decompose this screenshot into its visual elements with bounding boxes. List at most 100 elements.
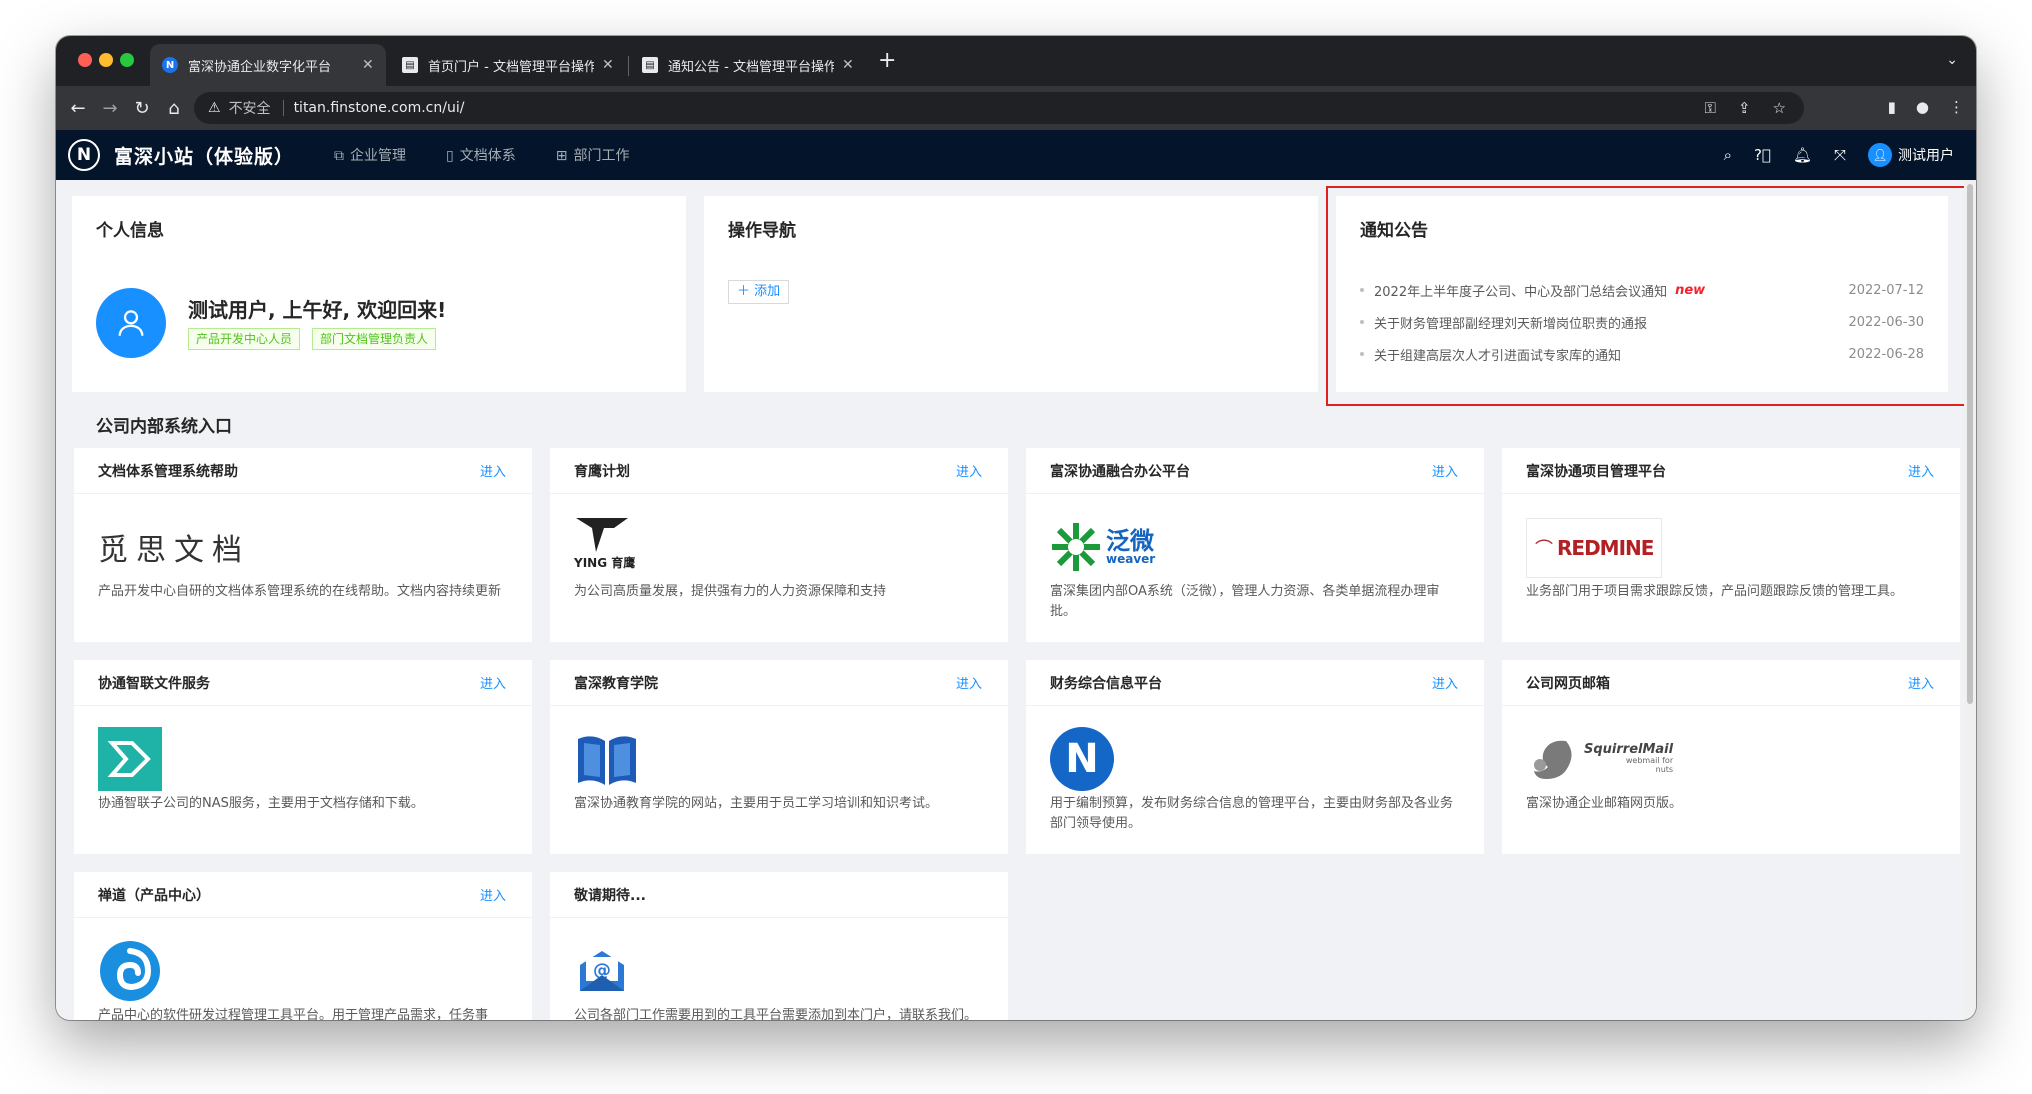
close-tab-icon[interactable]: ✕ [842, 57, 854, 73]
nav-item-department[interactable]: ⊞ 部门工作 [556, 145, 630, 165]
enter-link[interactable]: 进入 [956, 673, 982, 692]
academy-logo[interactable] [574, 726, 640, 792]
address-divider [282, 100, 284, 116]
system-name: 公司网页邮箱 [1526, 675, 1610, 692]
bookmark-star-icon[interactable]: ☆ [1773, 99, 1786, 117]
finance-n-icon: N [1050, 727, 1114, 791]
close-window-button[interactable] [78, 53, 92, 67]
system-name: 富深教育学院 [574, 675, 658, 692]
system-description: 为公司高质量发展，提供强有力的人力资源保障和支持 [574, 584, 887, 599]
finance-logo[interactable]: N [1050, 726, 1114, 792]
doc-favicon-icon: ▤ [642, 57, 658, 73]
system-description: 富深协通教育学院的网站，主要用于员工学习培训和知识考试。 [574, 796, 939, 811]
nas-logo[interactable] [98, 726, 162, 792]
key-icon[interactable]: ⚿ [1705, 99, 1716, 117]
add-label: 添加 [754, 284, 781, 299]
bell-icon[interactable]: 🔔︎ [1793, 146, 1812, 164]
home-icon[interactable]: ⌂ [158, 98, 190, 119]
weaver-star-icon [1052, 523, 1100, 571]
enter-link[interactable]: 进入 [1908, 673, 1934, 692]
security-label[interactable]: 不安全 [229, 98, 271, 118]
system-description: 产品中心的软件研发过程管理工具平台。用于管理产品需求，任务事件，功能测试等过程。 [98, 1008, 489, 1020]
app-title[interactable]: 富深小站（体验版） [114, 142, 294, 169]
search-icon[interactable]: ⌕ [1724, 146, 1732, 164]
reload-icon[interactable]: ↻ [126, 98, 158, 119]
url-text[interactable]: titan.finstone.com.cn/ui/ [294, 100, 465, 116]
ying-logo[interactable]: YING 育鹰 [574, 514, 635, 580]
forward-icon[interactable]: → [94, 98, 126, 119]
system-card: 文档体系管理系统帮助 进入 觅思文档 产品开发中心自研的文档体系管理系统的在线帮… [74, 448, 532, 642]
zoom-window-button[interactable] [120, 53, 134, 67]
app-logo[interactable]: N [68, 139, 100, 171]
redmine-arc-icon: ⌒ [1535, 539, 1553, 560]
minimize-window-button[interactable] [99, 53, 113, 67]
profile-icon[interactable]: ● [1916, 98, 1929, 116]
system-description: 富深协通企业邮箱网页版。 [1526, 796, 1683, 811]
page-scrollbar[interactable] [1964, 180, 1976, 1020]
tab-title: 首页门户 - 文档管理平台操作指南 [428, 59, 594, 75]
back-icon[interactable]: ← [62, 98, 94, 119]
app-nav: ⧉ 企业管理 ▯ 文档体系 ⊞ 部门工作 [334, 145, 629, 165]
enter-link[interactable]: 进入 [480, 673, 506, 692]
close-tab-icon[interactable]: ✕ [362, 57, 374, 73]
system-card: 敬请期待... @ 公司各部门工作需要用到的工具平台需要添加到本门户，请联系我们… [550, 872, 1008, 1020]
nav-item-documents[interactable]: ▯ 文档体系 [446, 145, 516, 165]
more-menu-icon[interactable]: ⋮ [1949, 98, 1964, 116]
system-description: 富深集团内部OA系统（泛微），管理人力资源、各类单据流程办理审批。 [1050, 584, 1440, 619]
weaver-logo[interactable]: 泛微 weaver [1050, 514, 1155, 580]
nav-item-enterprise[interactable]: ⧉ 企业管理 [334, 145, 406, 165]
nav-label: 文档体系 [459, 148, 516, 164]
system-name: 敬请期待... [574, 887, 646, 904]
system-name: 育鹰计划 [574, 463, 630, 480]
enter-link[interactable]: 进入 [1908, 461, 1934, 480]
file-icon: ▯ [446, 148, 454, 164]
system-card: 禅道（产品中心） 进入 产品中心的软件研发过程管理工具平台。用于管理产品需求，任… [74, 872, 532, 1020]
browser-tab-portal[interactable]: N 富深协通企业数字化平台 ✕ [150, 44, 386, 86]
system-card: 富深协通项目管理平台 进入 ⌒ REDMINE 业务部门用于项目需求跟踪反馈，产… [1502, 448, 1960, 642]
fullscreen-icon[interactable]: ⤧ [1834, 146, 1846, 164]
side-panel-icon[interactable]: ▮ [1888, 98, 1896, 116]
notices-highlight-box [1326, 186, 1966, 406]
new-tab-button[interactable]: + [878, 50, 896, 72]
redmine-logo[interactable]: ⌒ REDMINE [1526, 518, 1663, 578]
enter-link[interactable]: 进入 [1432, 673, 1458, 692]
open-book-icon [578, 736, 636, 785]
user-menu[interactable]: 👤︎ 测试用户 [1868, 143, 1954, 167]
tab-search-icon[interactable]: ⌄ [1946, 52, 1958, 68]
system-card-header: 财务综合信息平台 进入 [1026, 660, 1484, 706]
enter-link[interactable]: 进入 [480, 461, 506, 480]
tab-separator [628, 56, 629, 76]
share-icon[interactable]: ⇪ [1738, 99, 1751, 117]
help-icon[interactable]: ?⃝ [1754, 146, 1771, 164]
zentao-logo[interactable] [98, 938, 162, 1004]
system-card: 富深协通融合办公平台 进入 泛微 weaver 富深集团内部OA系统（泛微），管… [1026, 448, 1484, 642]
browser-tab-notice-guide[interactable]: ▤ 通知公告 - 文档管理平台操作指南 ✕ [630, 44, 866, 86]
main-content: 个人信息 测试用户, 上午好, 欢迎回来! 产品开发中心人员 部门文档管理负责人… [56, 180, 1966, 1020]
system-card-header: 育鹰计划 进入 [550, 448, 1008, 494]
logo-text: 觅思文档 [98, 533, 250, 568]
nas-forward-icon [98, 727, 162, 791]
app-header: N 富深小站（体验版） ⧉ 企业管理 ▯ 文档体系 ⊞ 部门工作 ⌕ ?⃝ 🔔︎ ⤧ … [56, 130, 1976, 180]
warning-icon[interactable]: ⚠ [208, 100, 221, 116]
tab-strip: N 富深协通企业数字化平台 ✕ ▤ 首页门户 - 文档管理平台操作指南 ✕ ▤ … [56, 36, 1976, 86]
browser-tab-home-guide[interactable]: ▤ 首页门户 - 文档管理平台操作指南 ✕ [390, 44, 626, 86]
system-name: 协通智联文件服务 [98, 675, 210, 692]
system-card: 财务综合信息平台 进入 N 用于编制预算，发布财务综合信息的管理平台，主要由财务… [1026, 660, 1484, 854]
squirrelmail-logo[interactable]: SquirrelMail webmail for nuts [1526, 726, 1673, 792]
close-tab-icon[interactable]: ✕ [602, 57, 614, 73]
system-card: 协通智联文件服务 进入 协通智联子公司的NAS服务，主要用于文档存储和下载。 [74, 660, 532, 854]
doc-favicon-icon: ▤ [402, 57, 418, 73]
enter-link[interactable]: 进入 [956, 461, 982, 480]
enter-link[interactable]: 进入 [480, 885, 506, 904]
mise-docs-logo[interactable]: 觅思文档 [98, 514, 250, 580]
zentao-swirl-icon [100, 941, 160, 1001]
logo-text: YING 育鹰 [574, 556, 636, 570]
system-card-header: 富深教育学院 进入 [550, 660, 1008, 706]
portal-favicon-icon: N [162, 57, 178, 73]
add-shortcut-button[interactable]: ＋ 添加 [728, 280, 790, 304]
user-avatar: 👤︎ [1868, 143, 1892, 167]
address-bar[interactable]: ⚠ 不安全 titan.finstone.com.cn/ui/ ⚿ ⇪ ☆ [194, 92, 1804, 124]
scrollbar-thumb[interactable] [1967, 184, 1973, 704]
tab-title: 通知公告 - 文档管理平台操作指南 [668, 59, 834, 75]
enter-link[interactable]: 进入 [1432, 461, 1458, 480]
